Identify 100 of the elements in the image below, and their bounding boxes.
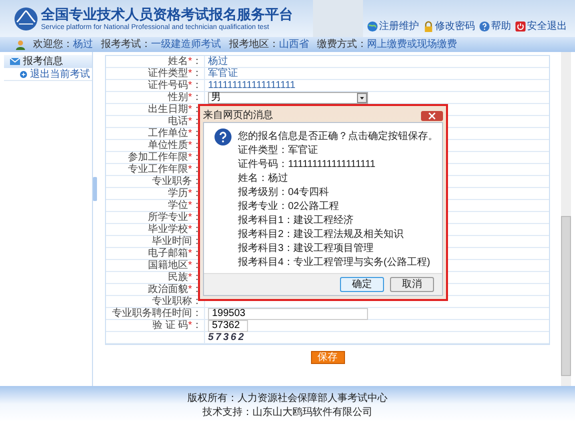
dialog-text: 姓名：杨过 — [238, 173, 289, 185]
field-label: 专业职称： — [152, 296, 202, 307]
required-mark: * — [188, 200, 192, 211]
required-mark: * — [188, 140, 192, 151]
required-mark: * — [188, 128, 192, 139]
dialog-button[interactable]: 确定 — [340, 277, 384, 292]
required-mark: * — [188, 320, 192, 331]
dialog-text: 证件类型：军官证 — [238, 145, 319, 157]
field-label: 姓名 — [168, 56, 188, 67]
splitter-handle[interactable] — [93, 177, 97, 201]
field-label: 所学专业 — [148, 212, 188, 223]
field-label: 国籍地区 — [148, 260, 188, 271]
field-label: 性别 — [168, 92, 188, 103]
question-icon — [214, 128, 232, 146]
label-colon: ： — [192, 284, 202, 295]
dialog-button[interactable]: 取消 — [390, 277, 434, 292]
caret-icon — [357, 92, 367, 102]
dialog-text: 报考级别：04专四科 — [238, 187, 330, 199]
required-mark: * — [188, 68, 192, 79]
field-label: 毕业时间： — [152, 236, 202, 247]
sidebar-item[interactable]: 退出当前考试 — [4, 68, 92, 81]
footer-text: 技术支持：山东山大鸥玛软件有限公司 — [202, 406, 372, 420]
info-label: 报考地区： — [229, 38, 279, 50]
info-value: 山西省 — [279, 38, 309, 50]
input-field[interactable]: 199503 — [208, 308, 368, 320]
required-mark: * — [188, 164, 192, 175]
label-colon: ： — [192, 152, 202, 163]
dialog-title: 来自网页的消息 — [203, 110, 273, 122]
label-colon: ： — [192, 104, 202, 115]
power-icon — [515, 21, 526, 32]
field-label: 出生日期 — [148, 104, 188, 115]
user-icon — [16, 40, 25, 50]
label-colon: ： — [192, 140, 202, 151]
label-colon: ： — [192, 80, 202, 91]
required-mark: * — [188, 260, 192, 271]
label-colon: ： — [192, 272, 202, 283]
footer-text: 版权所有：人力资源社会保障部人事考试中心 — [188, 392, 388, 406]
required-mark: * — [188, 152, 192, 163]
captcha-image: 57362 — [208, 332, 246, 343]
dialog-text: 报考科目2：建设工程法规及相关知识 — [238, 229, 405, 241]
field-value: 军官证 — [208, 68, 238, 79]
label-colon: ： — [192, 128, 202, 139]
close-icon[interactable] — [421, 110, 443, 120]
label-colon: ： — [192, 116, 202, 127]
field-label: 证件号码 — [148, 80, 188, 91]
field-label: 参加工作年限 — [128, 152, 188, 163]
label-colon: ： — [192, 248, 202, 259]
info-label: 缴费方式： — [317, 38, 367, 50]
required-mark: * — [188, 224, 192, 235]
globe-icon — [367, 21, 378, 32]
label-colon: ： — [192, 200, 202, 211]
field-value: 111111111111111111 — [208, 80, 296, 91]
required-mark: * — [188, 116, 192, 127]
field-label: 毕业学校 — [148, 224, 188, 235]
help-icon — [479, 21, 490, 32]
sidebar-title: 报考信息 — [23, 56, 63, 68]
label-colon: ： — [192, 92, 202, 103]
field-value: 杨过 — [208, 56, 228, 67]
gender-select[interactable]: 男 — [208, 92, 368, 104]
field-label: 证件类型 — [148, 68, 188, 79]
header-link[interactable]: 注册维护 — [367, 19, 419, 34]
padlock-icon — [423, 21, 434, 32]
envelope-icon — [10, 58, 20, 65]
field-label: 学历 — [168, 188, 188, 199]
plus-circle-icon — [20, 70, 27, 78]
field-label: 验 证 码 — [152, 320, 188, 331]
logo-icon — [14, 6, 38, 30]
input-field[interactable]: 57362 — [208, 320, 248, 332]
label-colon: ： — [192, 212, 202, 223]
header-link[interactable]: 帮助 — [479, 19, 511, 34]
field-label: 专业工作年限 — [128, 164, 188, 175]
required-mark: * — [188, 248, 192, 259]
label-colon: ： — [192, 56, 202, 67]
field-label: 单位性质 — [148, 140, 188, 151]
required-mark: * — [188, 272, 192, 283]
dialog-text: 您的报名信息是否正确？点击确定按钮保存。 — [238, 131, 438, 143]
label-colon: ： — [192, 320, 202, 331]
photo-placeholder — [313, 0, 363, 37]
info-value: 杨过 — [73, 38, 93, 50]
field-label: 民族 — [168, 272, 188, 283]
field-label: 专业职务： — [152, 176, 202, 187]
scrollbar[interactable] — [561, 52, 571, 386]
info-label: 报考考试： — [101, 38, 151, 50]
field-label: 电子邮箱 — [148, 248, 188, 259]
label-colon: ： — [192, 188, 202, 199]
required-mark: * — [188, 56, 192, 67]
label-colon: ： — [192, 260, 202, 271]
field-label: 专业职务聘任时间： — [112, 308, 202, 319]
info-value: 网上缴费或现场缴费 — [367, 38, 457, 50]
header-link[interactable]: 修改密码 — [423, 19, 475, 34]
required-mark: * — [188, 104, 192, 115]
label-colon: ： — [192, 224, 202, 235]
header-link[interactable]: 安全退出 — [515, 19, 567, 34]
info-label: 欢迎您： — [33, 38, 73, 50]
required-mark: * — [188, 92, 192, 103]
label-colon: ： — [192, 164, 202, 175]
required-mark: * — [188, 188, 192, 199]
dialog-text: 报考科目1：建设工程经济 — [238, 215, 355, 227]
required-mark: * — [188, 212, 192, 223]
field-label: 电话 — [168, 116, 188, 127]
